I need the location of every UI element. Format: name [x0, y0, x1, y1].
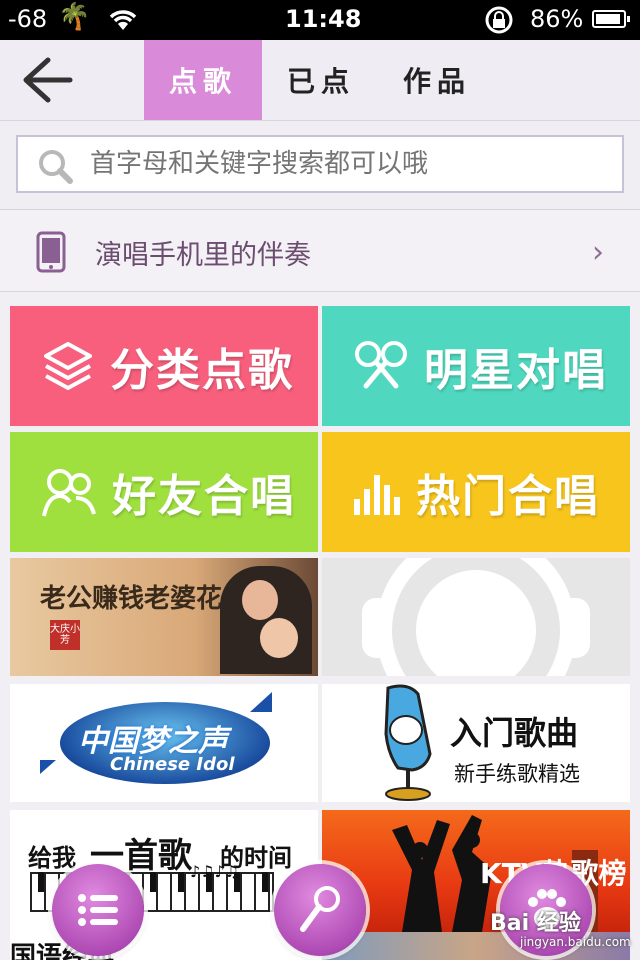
phone-accompaniment-row[interactable]: 演唱手机里的伴奏 ›: [0, 211, 640, 292]
tab-diange[interactable]: 点歌: [144, 40, 262, 120]
tile-label: 明星对唱: [424, 345, 608, 396]
friends-icon: [42, 469, 96, 517]
card-laogong-zhuanqian[interactable]: 老公赚钱老婆花 大庆小芳: [10, 558, 318, 676]
tile-label: 好友合唱: [112, 471, 296, 522]
watermark-url: jingyan.baidu.com: [520, 935, 631, 949]
search-icon: [36, 147, 76, 191]
placeholder-avatar-icon: [362, 558, 590, 676]
card-give-me-a-song[interactable]: 给我 一首歌 的时间 ♪♫♪♫ 国语经典: [10, 810, 318, 960]
battery-percent: 86%: [530, 5, 584, 33]
tile-friend-chorus[interactable]: 好友合唱: [10, 432, 318, 552]
top-nav: 点歌 已点 作品: [0, 40, 640, 121]
sing-mic-button[interactable]: [274, 864, 366, 956]
phone-icon: [36, 231, 66, 277]
search-bar-container: [0, 121, 640, 210]
card-beginner-songs[interactable]: 入门歌曲 新手练歌精选: [322, 684, 630, 802]
tile-hot-chorus[interactable]: 热门合唱: [322, 432, 630, 552]
tile-label: 热门合唱: [416, 471, 600, 522]
rotation-lock-icon: [482, 5, 516, 41]
card-subtitle: 新手练歌精选: [454, 762, 580, 786]
chevron-right-icon: ›: [592, 235, 604, 270]
search-input[interactable]: [88, 143, 612, 185]
microphone-icon: [300, 886, 340, 932]
back-arrow-icon: [23, 57, 73, 103]
accompaniment-label: 演唱手机里的伴奏: [95, 240, 311, 271]
card-title: 老公赚钱老婆花: [40, 584, 223, 614]
carrier-palm-icon: 🌴: [58, 2, 91, 32]
tab-yidian[interactable]: 已点: [262, 40, 380, 120]
watermark: Bai 经验: [490, 911, 581, 936]
cartoon-mic-icon: [384, 684, 432, 801]
clock: 11:48: [285, 5, 362, 33]
list-icon: [78, 894, 118, 926]
tile-star-duet[interactable]: 明星对唱: [322, 306, 630, 426]
signal-strength: -68: [8, 5, 48, 33]
layers-icon: [44, 342, 92, 390]
card-title: 入门歌曲: [450, 714, 579, 752]
card-badge: 大庆小芳: [50, 620, 80, 650]
card-placeholder[interactable]: [322, 558, 630, 676]
status-bar: -68 🌴 11:48 86%: [0, 0, 640, 40]
playlist-menu-button[interactable]: [52, 864, 144, 956]
wifi-icon: [106, 6, 140, 38]
music-notes: ♪♫♪♫: [190, 862, 240, 881]
tile-category-songs[interactable]: 分类点歌: [10, 306, 318, 426]
card-chinese-idol[interactable]: 中国梦之声 Chinese Idol: [10, 684, 318, 802]
bar-chart-icon: [354, 475, 400, 515]
duet-mic-icon: [355, 341, 407, 389]
tile-label: 分类点歌: [110, 345, 294, 396]
tab-zuopin[interactable]: 作品: [378, 40, 496, 120]
search-box[interactable]: [16, 135, 624, 193]
card-subtitle: Chinese Idol: [110, 754, 235, 775]
battery-icon: [592, 10, 630, 28]
back-button[interactable]: [20, 55, 76, 105]
